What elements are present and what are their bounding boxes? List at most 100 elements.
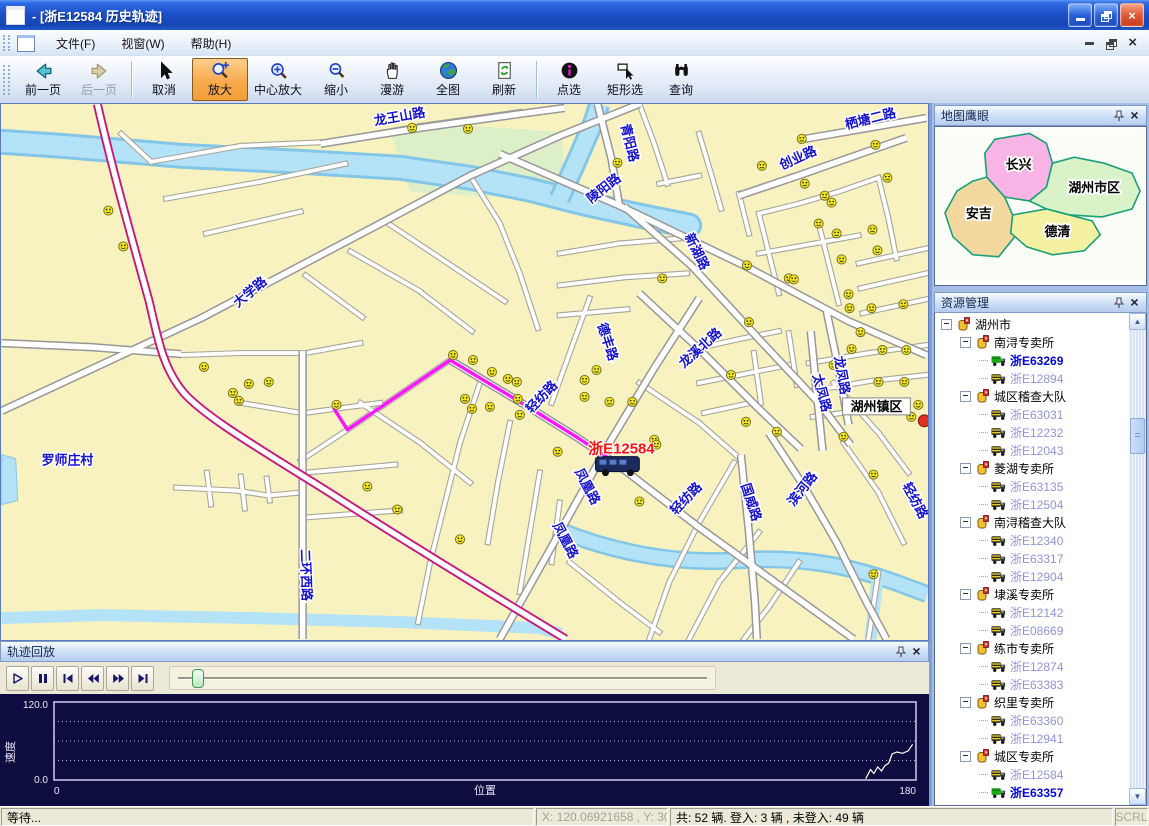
vehicle-marker-icon[interactable]	[515, 410, 524, 419]
vehicle-marker-icon[interactable]	[800, 179, 809, 188]
tree-item-城区稽查大队[interactable]: 城区稽查大队	[935, 387, 1129, 405]
close-panel-icon[interactable]: ×	[1127, 296, 1142, 310]
tree-item-浙E63031[interactable]: 浙E63031	[935, 405, 1129, 423]
menu-item-0[interactable]: 文件(F)	[43, 33, 108, 55]
mdi-restore-icon[interactable]	[1106, 39, 1116, 48]
mdi-child-icon[interactable]	[17, 35, 35, 52]
toolbar-button-prev-page[interactable]: 前一页	[15, 58, 71, 101]
tree-item-浙E08669[interactable]: 浙E08669	[935, 621, 1129, 639]
tree-item-浙E12584[interactable]: 浙E12584	[935, 765, 1129, 783]
minimize-button[interactable]	[1068, 3, 1092, 27]
collapse-icon[interactable]	[960, 337, 971, 348]
vehicle-marker-icon[interactable]	[797, 134, 806, 143]
menu-item-1[interactable]: 视窗(W)	[108, 33, 177, 55]
tree-item-浙E12340[interactable]: 浙E12340	[935, 531, 1129, 549]
map-svg[interactable]: 龙王山路青阳路栖塘二路创业路陵阳路新湖路大学路德丰路龙溪北路轻纺路轻纺路轻纺路凤…	[1, 104, 928, 640]
vehicle-marker-icon[interactable]	[868, 225, 877, 234]
tree-item-浙E12232[interactable]: 浙E12232	[935, 423, 1129, 441]
toolbar-grip[interactable]	[3, 65, 10, 95]
vehicle-marker-icon[interactable]	[460, 394, 469, 403]
vehicle-marker-icon[interactable]	[244, 379, 253, 388]
replay-fast-forward-button[interactable]	[106, 666, 129, 691]
scroll-down-icon[interactable]: ▼	[1129, 788, 1146, 805]
vehicle-marker-icon[interactable]	[874, 377, 883, 386]
vehicle-marker-icon[interactable]	[837, 255, 846, 264]
tree-item-浙E12941[interactable]: 浙E12941	[935, 729, 1129, 747]
vehicle-marker-icon[interactable]	[635, 497, 644, 506]
toolbar-button-point-select[interactable]: 点选	[541, 58, 597, 101]
tree-item-浙E63383[interactable]: 浙E63383	[935, 675, 1129, 693]
replay-rewind-button[interactable]	[81, 666, 104, 691]
pin-icon[interactable]	[894, 645, 909, 659]
collapse-icon[interactable]	[960, 751, 971, 762]
tree-item-湖州市[interactable]: 湖州市	[935, 315, 1129, 333]
tree-item-练市专卖所[interactable]: 练市专卖所	[935, 639, 1129, 657]
tree-scrollbar[interactable]: ▲ ▼	[1129, 313, 1146, 805]
vehicle-marker-icon[interactable]	[408, 123, 417, 132]
vehicle-marker-icon[interactable]	[468, 355, 477, 364]
vehicle-marker-icon[interactable]	[363, 482, 372, 491]
vehicle-marker-icon[interactable]	[393, 505, 402, 514]
vehicle-marker-icon[interactable]	[744, 318, 753, 327]
close-button[interactable]: ×	[1120, 3, 1144, 27]
collapse-icon[interactable]	[960, 697, 971, 708]
vehicle-marker-icon[interactable]	[814, 219, 823, 228]
vehicle-marker-icon[interactable]	[914, 400, 923, 409]
vehicle-marker-icon[interactable]	[844, 290, 853, 299]
vehicle-marker-icon[interactable]	[869, 570, 878, 579]
toolbar-button-refresh[interactable]: 刷新	[476, 58, 532, 101]
vehicle-marker-icon[interactable]	[789, 275, 798, 284]
toolbar-button-rect-select[interactable]: 矩形选	[597, 58, 653, 101]
mdi-close-icon[interactable]: ×	[1128, 38, 1137, 48]
replay-step-back-button[interactable]	[56, 666, 79, 691]
vehicle-marker-icon[interactable]	[264, 377, 273, 386]
tree-item-浙E12043[interactable]: 浙E12043	[935, 441, 1129, 459]
collapse-icon[interactable]	[941, 319, 952, 330]
replay-pause-button[interactable]	[31, 666, 54, 691]
vehicle-marker-icon[interactable]	[839, 432, 848, 441]
vehicle-marker-icon[interactable]	[512, 377, 521, 386]
vehicle-marker-icon[interactable]	[741, 417, 750, 426]
vehicle-marker-icon[interactable]	[613, 158, 622, 167]
vehicle-marker-icon[interactable]	[658, 274, 667, 283]
vehicle-marker-icon[interactable]	[455, 535, 464, 544]
vehicle-marker-icon[interactable]	[856, 328, 865, 337]
tree-item-城区专卖所[interactable]: 城区专卖所	[935, 747, 1129, 765]
toolbar-button-zoom-in[interactable]: 放大	[192, 58, 248, 101]
pin-icon[interactable]	[1112, 296, 1127, 310]
close-panel-icon[interactable]: ×	[909, 645, 924, 659]
collapse-icon[interactable]	[960, 517, 971, 528]
tree-item-浙E63360[interactable]: 浙E63360	[935, 711, 1129, 729]
vehicle-marker-icon[interactable]	[878, 346, 887, 355]
tree-item-浙E12504[interactable]: 浙E12504	[935, 495, 1129, 513]
tree-item-南浔稽查大队[interactable]: 南浔稽查大队	[935, 513, 1129, 531]
vehicle-marker-icon[interactable]	[726, 370, 735, 379]
collapse-icon[interactable]	[960, 643, 971, 654]
tree-item-浙E12894[interactable]: 浙E12894	[935, 369, 1129, 387]
replay-play-button[interactable]	[6, 666, 29, 691]
tree-item-浙E63269[interactable]: 浙E63269	[935, 351, 1129, 369]
collapse-icon[interactable]	[960, 391, 971, 402]
scrollbar-thumb[interactable]	[1130, 418, 1145, 454]
tree-item-菱湖专卖所[interactable]: 菱湖专卖所	[935, 459, 1129, 477]
vehicle-marker-icon[interactable]	[513, 394, 522, 403]
vehicle-marker-icon[interactable]	[592, 365, 601, 374]
vehicle-marker-icon[interactable]	[485, 402, 494, 411]
toolbar-button-zoom-out[interactable]: 缩小	[308, 58, 364, 101]
vehicle-marker-icon[interactable]	[104, 206, 113, 215]
tree-item-浙E12904[interactable]: 浙E12904	[935, 567, 1129, 585]
vehicle-marker-icon[interactable]	[772, 427, 781, 436]
vehicle-marker-icon[interactable]	[119, 242, 128, 251]
vehicle-marker-icon[interactable]	[867, 304, 876, 313]
map-canvas[interactable]: 龙王山路青阳路栖塘二路创业路陵阳路新湖路大学路德丰路龙溪北路轻纺路轻纺路轻纺路凤…	[0, 103, 929, 641]
vehicle-marker-icon[interactable]	[742, 261, 751, 270]
toolbar-button-query-binoculars[interactable]: 查询	[653, 58, 709, 101]
toolbar-button-cancel-cursor[interactable]: 取消	[136, 58, 192, 101]
vehicle-marker-icon[interactable]	[902, 346, 911, 355]
vehicle-marker-icon[interactable]	[900, 377, 909, 386]
pin-icon[interactable]	[1112, 109, 1127, 123]
vehicle-marker-icon[interactable]	[503, 374, 512, 383]
vehicle-marker-icon[interactable]	[605, 397, 614, 406]
toolbar-button-center-zoom[interactable]: 中心放大	[248, 58, 308, 101]
menu-item-2[interactable]: 帮助(H)	[178, 33, 245, 55]
